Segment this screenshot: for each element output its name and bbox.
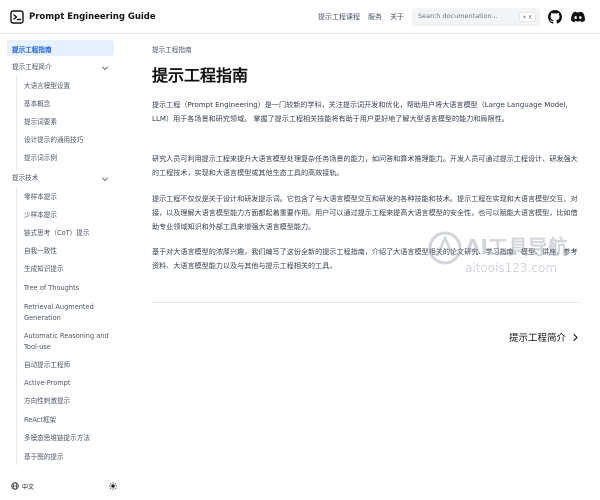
sidebar-item-multimodal-cot[interactable]: 多模态思维链提示方法	[24, 434, 90, 443]
paragraph-intro: 提示工程（Prompt Engineering）是一门较新的学科，关注提示词开发…	[152, 100, 568, 123]
github-icon[interactable]	[548, 10, 562, 24]
content-divider	[152, 302, 579, 303]
breadcrumb[interactable]: 提示工程指南	[152, 44, 192, 54]
sidebar-item-guide[interactable]: 提示工程指南	[7, 40, 114, 56]
prompt-logo-icon	[10, 10, 24, 24]
site-title: Prompt Engineering Guide	[29, 12, 156, 22]
sidebar-item-knowledge[interactable]: 生成知识提示	[24, 265, 64, 274]
brand-link[interactable]: Prompt Engineering Guide	[10, 9, 156, 25]
top-header: Prompt Engineering Guide 提示工程课程 服务 关于 Se…	[0, 0, 600, 34]
sidebar-item-zeroshot[interactable]: 零样本提示	[24, 193, 57, 202]
chevron-down-icon[interactable]	[101, 64, 109, 72]
sidebar-item-consistency[interactable]: 自我一致性	[24, 247, 57, 256]
sidebar-item-art[interactable]: Automatic Reasoning and Tool-use	[24, 331, 118, 353]
watermark-url: aitools123.com	[465, 261, 557, 275]
sidebar-item-tips[interactable]: 设计提示的通用技巧	[24, 136, 83, 145]
nav-link-about[interactable]: 关于	[390, 12, 404, 22]
paragraph-research: 研究人员可利用提示工程来提升大语言模型处理复杂任务场景的能力，如问答和算术推理能…	[152, 154, 578, 177]
sidebar-item-fewshot[interactable]: 少样本提示	[24, 211, 57, 220]
sidebar-section-intro[interactable]: 提示工程简介	[12, 63, 52, 72]
sun-icon[interactable]	[109, 482, 117, 490]
next-page-label: 提示工程简介	[508, 333, 566, 344]
sidebar-item-basics[interactable]: 基本概念	[24, 100, 50, 109]
search-shortcut-badge: ⌘ K	[518, 12, 536, 22]
sidebar-item-react[interactable]: ReAct框架	[24, 416, 56, 425]
page-title: 提示工程指南	[152, 66, 249, 85]
sidebar-tree-line	[16, 187, 17, 465]
search-input[interactable]: Search documentation... ⌘ K	[412, 8, 540, 26]
sidebar-item-dsp[interactable]: 方向性刺激提示	[24, 397, 70, 406]
sidebar-item-rag[interactable]: Retrieval Augmented Generation	[24, 302, 120, 324]
sidebar-tree-line	[16, 76, 17, 170]
chevron-down-icon[interactable]	[101, 175, 109, 183]
watermark-text: AI工具导航	[465, 235, 568, 259]
sidebar-item-cot[interactable]: 链式思考（CoT）提示	[24, 229, 89, 238]
chevron-right-icon	[573, 333, 578, 341]
sidebar-item-elements[interactable]: 提示词要素	[24, 118, 57, 127]
sidebar: 提示工程指南 提示工程简介 大语言模型设置 基本概念 提示词要素 设计提示的通用…	[0, 34, 125, 500]
sidebar-item-label: 提示工程指南	[12, 46, 52, 54]
discord-icon[interactable]	[571, 10, 585, 24]
sidebar-item-llm-settings[interactable]: 大语言模型设置	[24, 82, 70, 91]
nav-link-services[interactable]: 服务	[368, 12, 382, 22]
search-placeholder: Search documentation...	[418, 12, 498, 20]
sidebar-item-tot[interactable]: Tree of Thoughts	[24, 284, 79, 293]
sidebar-item-ape[interactable]: 自动提示工程师	[24, 361, 70, 370]
watermark-logo: AI工具导航 aitools123.com	[428, 231, 568, 275]
next-page-link[interactable]: 提示工程简介	[509, 330, 580, 344]
sidebar-item-active-prompt[interactable]: Active-Prompt	[24, 379, 70, 388]
language-switcher[interactable]: 中文	[7, 480, 119, 492]
language-label: 中文	[22, 484, 35, 491]
sidebar-item-graph-prompt[interactable]: 基于图的提示	[24, 453, 64, 462]
sidebar-section-techniques[interactable]: 提示技术	[12, 174, 38, 183]
globe-icon	[11, 482, 19, 490]
nav-link-course[interactable]: 提示工程课程	[318, 12, 360, 22]
sidebar-item-examples[interactable]: 提示词示例	[24, 154, 57, 163]
